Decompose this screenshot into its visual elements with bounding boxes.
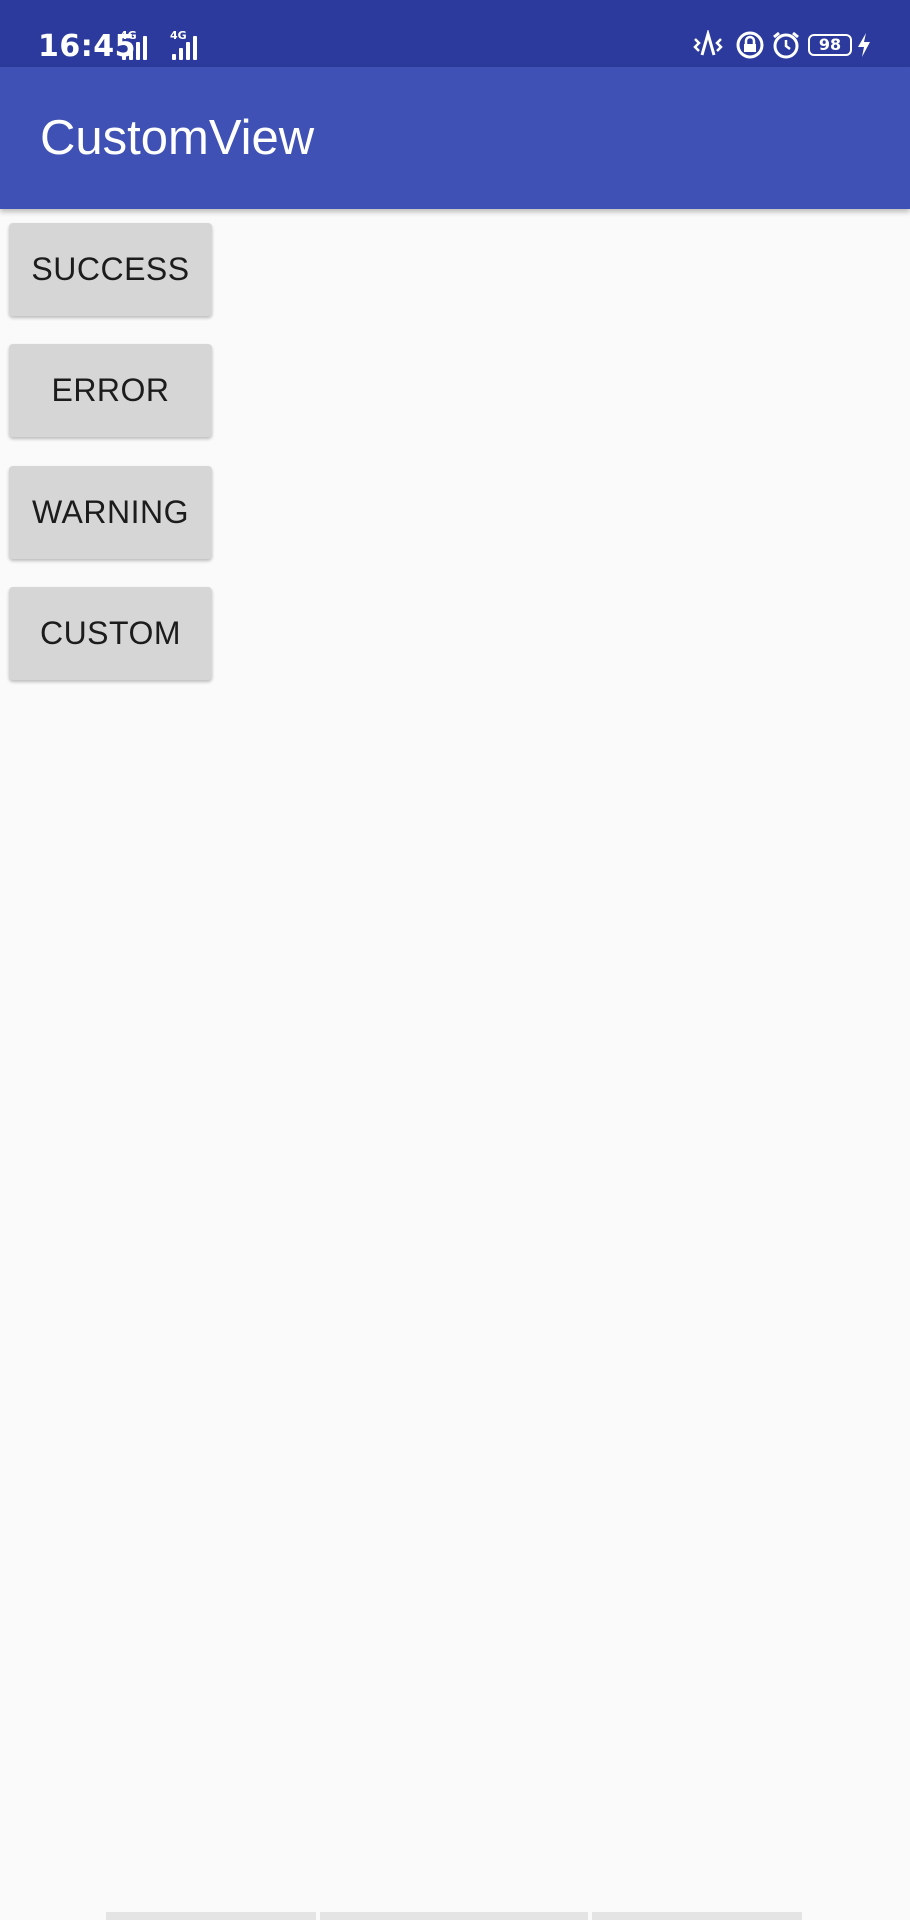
error-button[interactable]: ERROR xyxy=(9,344,212,437)
custom-button[interactable]: CUSTOM xyxy=(9,587,212,680)
nav-bar-segment xyxy=(592,1912,802,1920)
app-bar: CustomView xyxy=(0,67,910,209)
alarm-icon xyxy=(773,31,799,59)
nav-bar-segment xyxy=(320,1912,588,1920)
warning-button[interactable]: WARNING xyxy=(9,466,212,559)
charging-icon xyxy=(858,33,870,57)
app-title: CustomView xyxy=(40,111,315,165)
signal-bars xyxy=(170,30,210,60)
nav-bar-segment xyxy=(106,1912,316,1920)
vpn-lock-icon xyxy=(736,31,764,59)
success-button[interactable]: SUCCESS xyxy=(9,223,212,316)
battery-icon: 98 xyxy=(808,34,852,56)
status-bar: 16:45 4G 4G 98 xyxy=(0,0,910,67)
vibrate-icon xyxy=(693,30,723,56)
signal-bars xyxy=(120,30,160,60)
